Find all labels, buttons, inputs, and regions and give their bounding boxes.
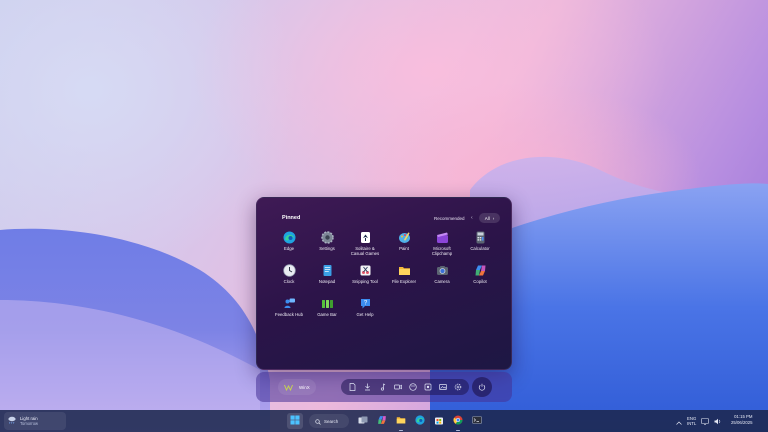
keyboard-layout: INTL (687, 421, 697, 426)
taskbar-terminal[interactable] (469, 413, 485, 429)
chevron-left-icon: ‹ (471, 215, 473, 221)
start-button[interactable] (287, 413, 303, 429)
pinned-app-calculator[interactable]: Calculator (461, 231, 499, 263)
chevron-right-icon: › (492, 215, 495, 221)
windows-logo-icon (290, 412, 300, 430)
pinned-app-feedback-hub[interactable]: Feedback Hub (270, 297, 308, 329)
user-avatar-icon (284, 378, 293, 396)
pinned-app-solitaire[interactable]: Solitaire & Casual Games (346, 231, 384, 263)
taskbar-copilot[interactable] (374, 413, 390, 429)
downloads-icon[interactable] (364, 383, 372, 391)
clipchamp-icon (436, 231, 449, 244)
running-indicator (456, 429, 460, 431)
documents-icon[interactable] (349, 383, 357, 391)
pinned-app-paint[interactable]: Paint (385, 231, 423, 263)
edge-icon (415, 412, 425, 430)
power-button[interactable] (472, 377, 492, 397)
edge-icon (283, 231, 296, 244)
notepad-icon (321, 264, 334, 277)
pinned-app-notepad[interactable]: Notepad (308, 264, 346, 296)
camera-icon (436, 264, 449, 277)
terminal-icon (472, 412, 482, 430)
start-menu: Pinned Recommended ‹ All › Edge Settings… (256, 197, 512, 370)
language-indicator[interactable]: ENG INTL (687, 416, 696, 426)
power-icon (478, 378, 486, 396)
network-icon[interactable] (424, 383, 432, 391)
taskbar-edge[interactable] (412, 413, 428, 429)
all-apps-label: All (484, 215, 490, 221)
pinned-app-game-bar[interactable]: Game Bar (308, 297, 346, 329)
task-view-icon (358, 412, 368, 430)
personalization-icon[interactable] (408, 383, 417, 391)
paint-icon (398, 231, 411, 244)
running-indicator (399, 429, 403, 431)
pictures-icon[interactable] (438, 383, 447, 391)
all-apps-button[interactable]: All › (479, 213, 500, 223)
network-monitor-icon[interactable] (701, 412, 710, 430)
file-explorer-icon (396, 412, 406, 430)
snipping-tool-icon (359, 264, 372, 277)
cloud-rain-icon (7, 412, 17, 430)
search-label: Search (324, 418, 339, 424)
get-help-icon: ? (359, 297, 372, 310)
pinned-app-camera[interactable]: Camera (423, 264, 461, 296)
clock-icon (282, 264, 296, 277)
user-name: WinX (299, 384, 310, 390)
search-icon (315, 412, 321, 430)
pinned-app-snipping-tool[interactable]: Snipping Tool (346, 264, 384, 296)
volume-icon[interactable] (714, 412, 722, 430)
videos-icon[interactable] (393, 383, 402, 391)
pinned-app-edge[interactable]: Edge (270, 231, 308, 263)
start-menu-footer: WinX (256, 372, 512, 402)
start-menu-shortcuts (341, 379, 469, 395)
weather-widget[interactable]: Light rain Tomorrow (4, 412, 66, 430)
taskbar-store[interactable] (431, 413, 447, 429)
pinned-app-file-explorer[interactable]: File Explorer (385, 264, 423, 296)
pinned-heading: Pinned (282, 215, 301, 221)
clock-date: 25/06/2025 (731, 420, 753, 425)
pinned-app-clock[interactable]: Clock (270, 264, 308, 296)
store-icon (434, 412, 444, 430)
copilot-icon (377, 412, 387, 430)
pinned-app-copilot[interactable]: Copilot (461, 264, 499, 296)
recommended-link[interactable]: Recommended (434, 216, 465, 221)
settings-icon[interactable] (454, 383, 462, 391)
taskbar-search[interactable]: Search (309, 414, 349, 428)
calculator-icon (474, 231, 487, 244)
pinned-app-settings[interactable]: Settings (308, 231, 346, 263)
taskbar-pinned-apps: Search (287, 412, 485, 431)
solitaire-icon (359, 231, 372, 244)
file-explorer-icon (398, 264, 411, 277)
chevron-up-icon[interactable] (676, 412, 682, 430)
music-icon[interactable] (379, 383, 387, 391)
feedback-hub-icon (283, 297, 296, 310)
system-tray: ENG INTL (676, 413, 722, 429)
weather-subtitle: Tomorrow (20, 421, 38, 426)
taskbar-file-explorer[interactable] (393, 412, 409, 431)
game-bar-icon (321, 297, 334, 310)
taskbar-task-view[interactable] (355, 413, 371, 429)
taskbar-chrome[interactable] (450, 412, 466, 431)
copilot-icon (474, 264, 487, 277)
settings-icon (320, 231, 334, 244)
chrome-icon (453, 412, 463, 430)
user-account-button[interactable]: WinX (278, 379, 316, 395)
taskbar: Light rain Tomorrow Search ENG INTL 01:1… (0, 410, 768, 432)
pinned-app-get-help[interactable]: ? Get Help (346, 297, 384, 329)
pinned-app-clipchamp[interactable]: Microsoft Clipchamp (423, 231, 461, 263)
system-clock[interactable]: 01:15 PM 25/06/2025 (731, 414, 753, 426)
